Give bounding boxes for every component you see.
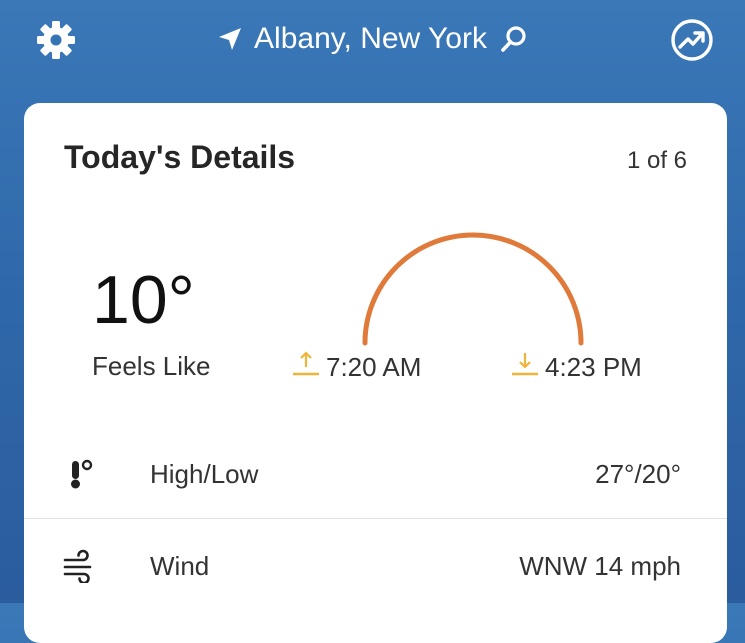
location-arrow-icon (219, 28, 242, 50)
trend-icon[interactable] (669, 17, 715, 63)
high-low-value: 27°/20° (595, 458, 681, 489)
sun-arc (362, 232, 584, 346)
sunset-time: 4:23 PM (545, 352, 642, 382)
sunrise: 7:20 AM (292, 347, 421, 383)
wind-value: WNW 14 mph (519, 550, 681, 581)
high-low-label: High/Low (150, 458, 259, 489)
high-low-row[interactable]: High/Low 27°/20° (24, 429, 727, 519)
location-name: Albany, New York (254, 22, 487, 55)
thermometer-icon (71, 459, 93, 489)
row-divider (24, 518, 727, 519)
wind-icon (63, 549, 92, 583)
sunset-icon (512, 353, 538, 376)
feels-like-temperature: 10° (92, 262, 195, 338)
todays-details-card: Today's Details 1 of 6 10° Feels Like 7:… (24, 103, 727, 643)
wind-row[interactable]: Wind WNW 14 mph (24, 521, 727, 611)
sunrise-time: 7:20 AM (326, 352, 422, 382)
feels-like-label: Feels Like (92, 351, 211, 381)
sunrise-icon (293, 351, 319, 376)
top-bar: Albany, New York (0, 0, 745, 80)
location-selector[interactable]: Albany, New York (0, 16, 745, 62)
wind-label: Wind (150, 550, 210, 581)
page-indicator: 1 of 6 (626, 147, 687, 174)
sunset: 4:23 PM (511, 347, 642, 383)
search-icon[interactable] (499, 24, 529, 54)
card-title: Today's Details (64, 139, 296, 175)
